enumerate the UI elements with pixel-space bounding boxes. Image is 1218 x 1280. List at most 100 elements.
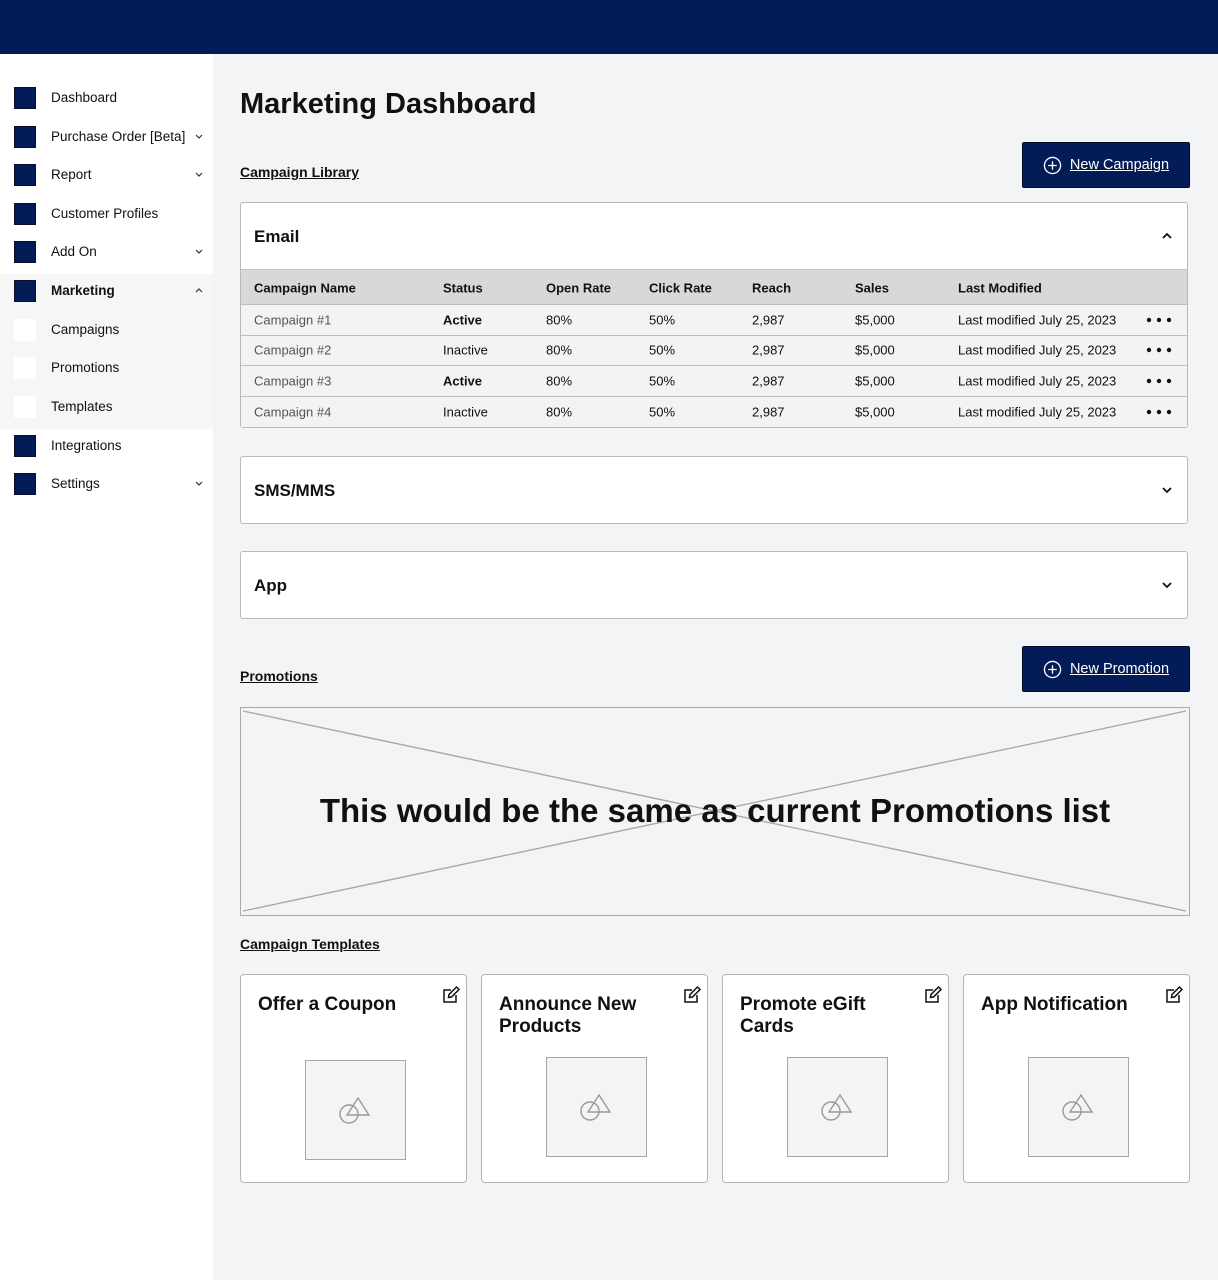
chevron-down-icon[interactable] (193, 244, 205, 258)
column-header[interactable]: Reach (752, 281, 791, 296)
email-accordion: Email Campaign Name Status Open Rate Cli… (240, 202, 1188, 428)
status-cell: Inactive (443, 404, 488, 420)
sidebar-item-settings[interactable]: Settings (0, 465, 213, 504)
open-rate-cell: 80% (546, 342, 573, 358)
sidebar-item-label: Integrations (51, 438, 122, 453)
promotions-link[interactable]: Promotions (240, 668, 318, 684)
campaigns-icon (14, 319, 36, 341)
dashboard-icon (14, 87, 36, 109)
chevron-down-icon[interactable] (193, 167, 205, 181)
page-title: Marketing Dashboard (240, 88, 537, 120)
sidebar-item-label: Templates (51, 399, 113, 414)
reach-cell: 2,987 (752, 404, 785, 420)
sidebar-item-report[interactable]: Report (0, 156, 213, 195)
column-header[interactable]: Campaign Name (254, 281, 356, 296)
new-promotion-label: New Promotion (1069, 661, 1170, 677)
edit-icon[interactable] (1164, 985, 1184, 1005)
chevron-down-icon[interactable] (193, 129, 205, 143)
edit-icon[interactable] (441, 985, 461, 1005)
placeholder-text: This would be the same as current Promot… (319, 792, 1111, 829)
new-campaign-button[interactable]: New Campaign (1022, 142, 1190, 188)
report-icon (14, 164, 36, 186)
reach-cell: 2,987 (752, 312, 785, 328)
template-card-app-notification[interactable]: App Notification (963, 974, 1190, 1183)
last-modified-cell: Last modified July 25, 2023 (958, 342, 1117, 358)
table-row[interactable]: Campaign #3 Active 80% 50% 2,987 $5,000 … (241, 366, 1187, 397)
status-cell: Inactive (443, 342, 488, 358)
column-header[interactable]: Open Rate (546, 281, 611, 296)
campaign-name[interactable]: Campaign #4 (254, 404, 331, 419)
campaign-name[interactable]: Campaign #2 (254, 343, 331, 358)
chevron-down-icon[interactable] (1160, 580, 1174, 590)
add-on-icon (14, 241, 36, 263)
status-cell: Active (443, 312, 483, 328)
promotions-icon (14, 357, 36, 379)
click-rate-cell: 50% (649, 342, 676, 358)
sidebar-subitem-promotions[interactable]: Promotions (0, 349, 213, 388)
main-content: Marketing Dashboard Campaign Library New… (213, 54, 1218, 1280)
template-card-title: App Notification (981, 994, 1128, 1015)
edit-icon[interactable] (923, 985, 943, 1005)
table-row[interactable]: Campaign #2 Inactive 80% 50% 2,987 $5,00… (241, 335, 1187, 366)
marketing-icon (14, 280, 36, 302)
sidebar-item-label: Settings (51, 476, 100, 491)
sidebar: Dashboard Purchase Order [Beta] Report C… (0, 54, 213, 1280)
chevron-down-icon[interactable] (193, 476, 205, 490)
promotions-list-placeholder: This would be the same as current Promot… (240, 707, 1190, 916)
open-rate-cell: 80% (546, 373, 573, 389)
campaign-name[interactable]: Campaign #3 (254, 373, 331, 388)
sidebar-item-marketing[interactable]: Marketing (0, 272, 213, 311)
sidebar-item-purchase-order[interactable]: Purchase Order [Beta] (0, 118, 213, 157)
edit-icon[interactable] (682, 985, 702, 1005)
email-accordion-header[interactable]: Email (241, 203, 1187, 269)
more-options-icon[interactable] (1145, 409, 1173, 415)
reach-cell: 2,987 (752, 342, 785, 358)
column-header[interactable]: Status (443, 281, 483, 296)
campaign-library-link[interactable]: Campaign Library (240, 164, 359, 180)
last-modified-cell: Last modified July 25, 2023 (958, 373, 1117, 389)
template-card-promote-egift[interactable]: Promote eGift Cards (722, 974, 949, 1183)
chevron-up-icon[interactable] (1160, 231, 1174, 241)
click-rate-cell: 50% (649, 404, 676, 420)
table-row[interactable]: Campaign #1 Active 80% 50% 2,987 $5,000 … (241, 305, 1187, 336)
template-card-announce-products[interactable]: Announce New Products (481, 974, 708, 1183)
sales-cell: $5,000 (855, 404, 895, 420)
chevron-down-icon[interactable] (1160, 485, 1174, 495)
campaign-templates-link[interactable]: Campaign Templates (240, 936, 380, 952)
status-cell: Active (443, 373, 483, 389)
app-accordion-header[interactable]: App (241, 552, 1187, 618)
new-promotion-button[interactable]: New Promotion (1022, 646, 1190, 692)
sales-cell: $5,000 (855, 312, 895, 328)
image-placeholder-icon (580, 1093, 612, 1121)
sidebar-item-label: Purchase Order [Beta] (51, 129, 186, 144)
template-card-offer-coupon[interactable]: Offer a Coupon (240, 974, 467, 1183)
sidebar-item-integrations[interactable]: Integrations (0, 427, 213, 466)
customer-profiles-icon (14, 203, 36, 225)
click-rate-cell: 50% (649, 373, 676, 389)
template-card-title: Announce New Products (499, 994, 637, 1037)
sidebar-item-label: Report (51, 167, 92, 182)
column-header[interactable]: Sales (855, 281, 889, 296)
column-header[interactable]: Last Modified (958, 281, 1042, 296)
column-header[interactable]: Click Rate (649, 281, 712, 296)
email-campaign-table: Campaign Name Status Open Rate Click Rat… (241, 269, 1187, 427)
more-options-icon[interactable] (1145, 347, 1173, 353)
sidebar-subitem-campaigns[interactable]: Campaigns (0, 311, 213, 350)
sidebar-item-add-on[interactable]: Add On (0, 233, 213, 272)
chevron-up-icon[interactable] (193, 283, 205, 297)
more-options-icon[interactable] (1145, 317, 1173, 323)
sidebar-item-customer-profiles[interactable]: Customer Profiles (0, 195, 213, 234)
sms-mms-accordion-header[interactable]: SMS/MMS (241, 457, 1187, 523)
top-bar (0, 0, 1218, 54)
sms-mms-accordion: SMS/MMS (240, 456, 1188, 524)
sidebar-item-dashboard[interactable]: Dashboard (0, 79, 213, 118)
last-modified-cell: Last modified July 25, 2023 (958, 404, 1117, 420)
table-header: Campaign Name Status Open Rate Click Rat… (241, 269, 1187, 305)
table-row[interactable]: Campaign #4 Inactive 80% 50% 2,987 $5,00… (241, 396, 1187, 427)
plus-circle-icon (1043, 660, 1062, 678)
templates-icon (14, 396, 36, 418)
click-rate-cell: 50% (649, 312, 676, 328)
campaign-name[interactable]: Campaign #1 (254, 312, 331, 327)
sidebar-subitem-templates[interactable]: Templates (0, 388, 213, 427)
more-options-icon[interactable] (1145, 378, 1173, 384)
